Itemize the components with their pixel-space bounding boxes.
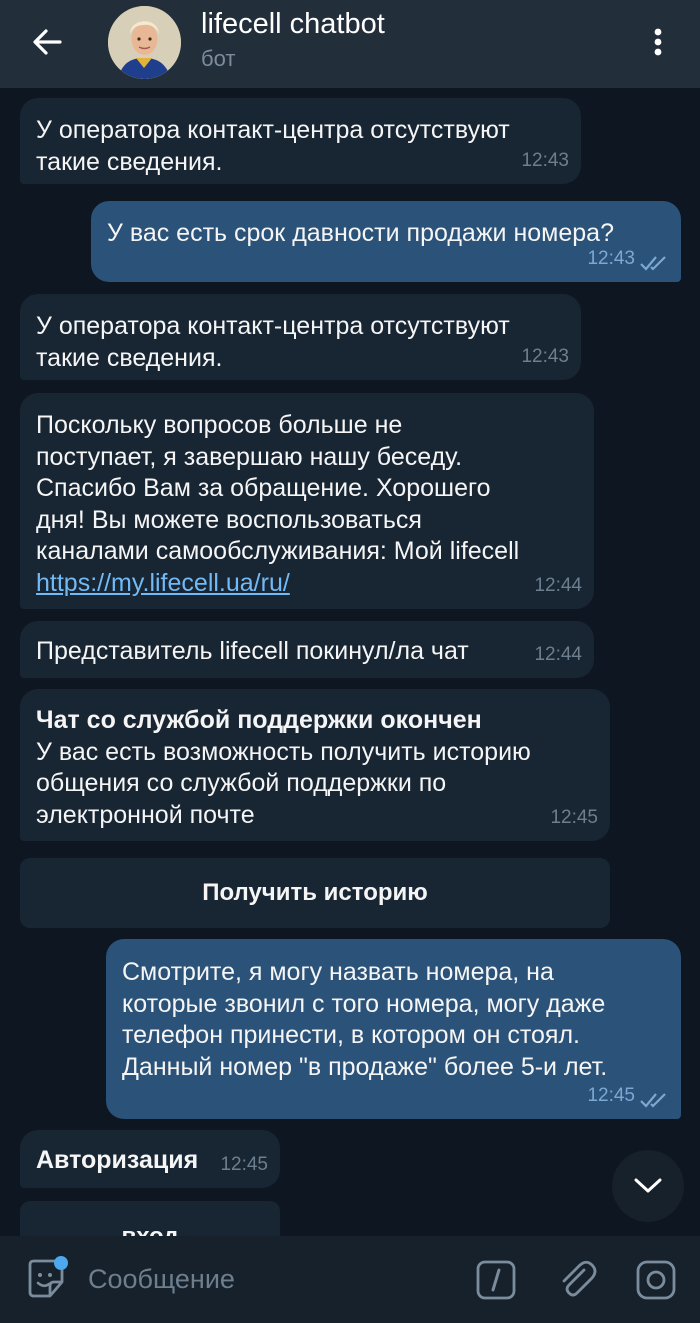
chat-subtitle: бот <box>201 46 236 71</box>
message-bubble[interactable]: У оператора контакт-центра отсутствуют т… <box>20 98 581 184</box>
bot-avatar-image <box>108 6 181 79</box>
message-time: 12:44 <box>534 574 582 596</box>
message-time: 12:45 <box>550 806 598 828</box>
bot-command-icon <box>476 1260 516 1300</box>
message-time: 12:43 <box>521 345 569 367</box>
message-time: 12:45 <box>587 1084 635 1106</box>
sticker-smile-icon <box>28 1256 68 1298</box>
message-text: У вас есть возможность получить историю … <box>36 737 531 829</box>
paperclip-icon <box>562 1260 597 1297</box>
message-text: Смотрите, я могу назвать номера, на кото… <box>122 958 608 1081</box>
message-link[interactable]: https://my.lifecell.ua/ru/ <box>36 568 578 600</box>
login-button-label: вход <box>121 1223 178 1236</box>
message-composer <box>0 1236 700 1323</box>
message-text: У оператора контакт-центра отсутствуют т… <box>36 116 510 176</box>
message-list[interactable]: У оператора контакт-центра отсутствуют т… <box>0 88 700 1236</box>
message-bubble[interactable]: У вас есть срок давности продажи номера?… <box>91 201 681 282</box>
message-time: 12:43 <box>521 149 569 171</box>
message-text: Представитель lifecell покинул/ла чат <box>36 637 469 665</box>
chat-header: lifecell chatbot бот <box>0 0 700 88</box>
message-text: У оператора контакт-центра отсутствуют т… <box>36 312 510 372</box>
message-bubble[interactable]: Поскольку вопросов больше не поступает, … <box>20 393 594 609</box>
avatar[interactable] <box>108 6 181 79</box>
message-text: Поскольку вопросов больше не поступает, … <box>36 411 520 565</box>
scroll-down-button[interactable] <box>612 1150 684 1222</box>
double-check-icon <box>640 1093 666 1108</box>
message-time: 12:43 <box>587 247 635 269</box>
message-text: У вас есть срок давности продажи номера? <box>107 219 614 247</box>
double-check-icon <box>640 256 666 271</box>
menu-button[interactable] <box>646 24 670 64</box>
login-button[interactable]: вход <box>20 1201 280 1236</box>
more-vertical-icon <box>654 28 662 56</box>
message-input[interactable] <box>88 1258 448 1300</box>
camera-icon <box>636 1260 676 1300</box>
message-title: Чат со службой поддержки окончен <box>36 706 482 734</box>
message-time: 12:44 <box>534 643 582 665</box>
message-bubble[interactable]: Представитель lifecell покинул/ла чат 12… <box>20 621 594 678</box>
arrow-left-icon <box>33 29 62 55</box>
message-bubble[interactable]: Чат со службой поддержки окончен У вас е… <box>20 689 610 841</box>
attach-button[interactable] <box>554 1256 600 1302</box>
camera-button[interactable] <box>634 1258 678 1302</box>
message-bubble[interactable]: Смотрите, я могу назвать номера, на кото… <box>106 939 681 1119</box>
get-history-button[interactable]: Получить историю <box>20 858 610 928</box>
back-button[interactable] <box>26 22 70 62</box>
message-time: 12:45 <box>220 1153 268 1175</box>
chevron-down-icon <box>634 1178 662 1193</box>
message-bubble[interactable]: Авторизация 12:45 <box>20 1130 280 1188</box>
chat-title[interactable]: lifecell chatbot <box>201 8 385 41</box>
message-bubble[interactable]: У оператора контакт-центра отсутствуют т… <box>20 294 581 380</box>
bot-commands-button[interactable] <box>474 1258 518 1302</box>
emoji-button[interactable] <box>24 1256 70 1302</box>
